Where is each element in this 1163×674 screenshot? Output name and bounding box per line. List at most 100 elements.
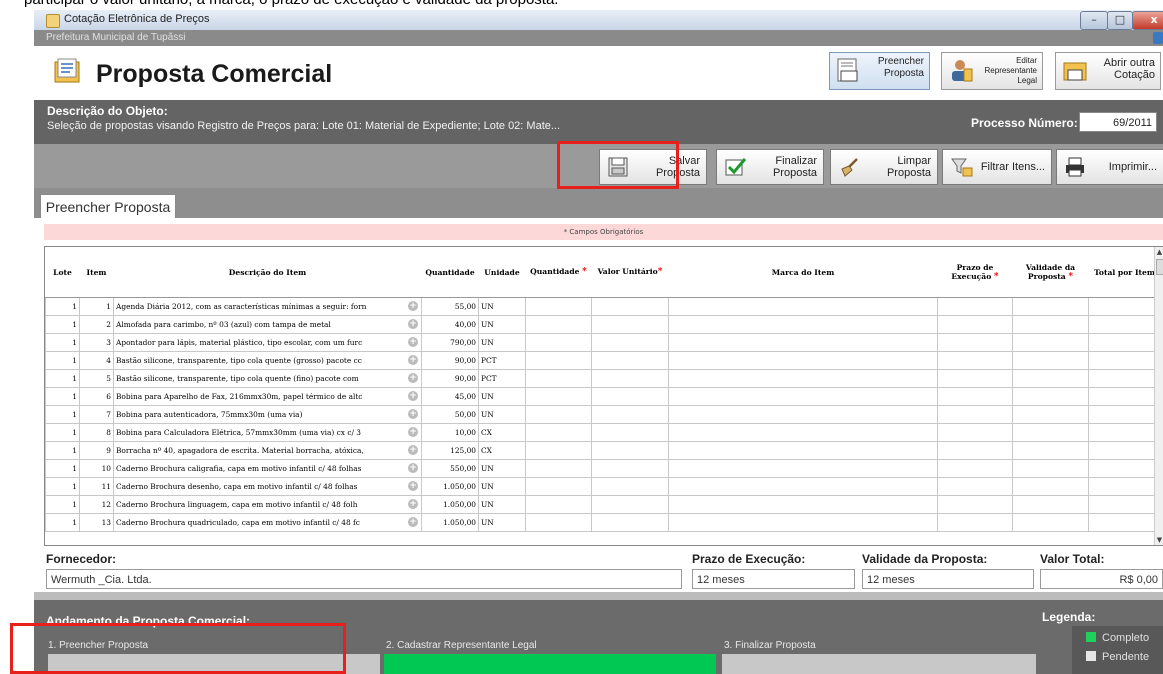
grid-cell-quantidade-input[interactable]	[525, 297, 592, 316]
grid-cell-quantidade-input[interactable]	[525, 513, 592, 532]
table-row[interactable]: 1 1 Agenda Diária 2012, com as característ…	[45, 297, 1163, 316]
expand-plus-icon[interactable]: +	[408, 499, 418, 509]
validade-proposta-field[interactable]: 12 meses	[862, 569, 1034, 589]
grid-cell-marca-input[interactable]	[668, 513, 938, 532]
close-button[interactable]: x	[1132, 11, 1163, 30]
grid-cell-marca-input[interactable]	[668, 477, 938, 496]
grid-cell-quantidade-input[interactable]	[525, 333, 592, 352]
prazo-execucao-field[interactable]: 12 meses	[692, 569, 855, 589]
grid-cell-valor-unitario-input[interactable]	[591, 351, 669, 370]
grid-cell-quantidade-input[interactable]	[525, 495, 592, 514]
grid-cell-quantidade-input[interactable]	[525, 387, 592, 406]
grid-cell-prazo-input[interactable]	[937, 441, 1013, 460]
table-row[interactable]: 1 3 Apontador para lápis, material plástic…	[45, 333, 1163, 352]
table-row[interactable]: 1 10 Caderno Brochura caligrafia, capa em …	[45, 459, 1163, 478]
expand-plus-icon[interactable]: +	[408, 445, 418, 455]
grid-cell-prazo-input[interactable]	[937, 495, 1013, 514]
expand-plus-icon[interactable]: +	[408, 391, 418, 401]
grid-cell-valor-unitario-input[interactable]	[591, 477, 669, 496]
expand-plus-icon[interactable]: +	[408, 373, 418, 383]
column-prazo[interactable]: Prazo de Execução *	[937, 247, 1013, 298]
grid-cell-validade-input[interactable]	[1012, 405, 1089, 424]
column-valor-unitario[interactable]: Valor Unitário*	[591, 247, 669, 298]
column-quantidade[interactable]: Quantidade	[421, 247, 479, 298]
grid-cell-marca-input[interactable]	[668, 297, 938, 316]
grid-cell-marca-input[interactable]	[668, 315, 938, 334]
table-row[interactable]: 1 9 Borracha nº 40, apagadora de escrita. …	[45, 441, 1163, 460]
grid-cell-valor-unitario-input[interactable]	[591, 297, 669, 316]
expand-plus-icon[interactable]: +	[408, 355, 418, 365]
grid-cell-marca-input[interactable]	[668, 369, 938, 388]
table-row[interactable]: 1 13 Caderno Brochura quadriculado, capa e…	[45, 513, 1163, 532]
grid-cell-quantidade-input[interactable]	[525, 423, 592, 442]
grid-vertical-scrollbar[interactable]: ▲ ▼	[1154, 247, 1163, 545]
grid-cell-valor-unitario-input[interactable]	[591, 423, 669, 442]
grid-cell-marca-input[interactable]	[668, 387, 938, 406]
expand-plus-icon[interactable]: +	[408, 481, 418, 491]
grid-cell-validade-input[interactable]	[1012, 315, 1089, 334]
grid-cell-marca-input[interactable]	[668, 459, 938, 478]
expand-plus-icon[interactable]: +	[408, 301, 418, 311]
column-unidade[interactable]: Unidade	[478, 247, 526, 298]
grid-cell-prazo-input[interactable]	[937, 423, 1013, 442]
column-item[interactable]: Item	[79, 247, 114, 298]
expand-plus-icon[interactable]: +	[408, 409, 418, 419]
grid-cell-valor-unitario-input[interactable]	[591, 459, 669, 478]
finalizar-proposta-button[interactable]: Finalizar Proposta	[716, 149, 824, 185]
grid-cell-validade-input[interactable]	[1012, 513, 1089, 532]
imprimir-button[interactable]: Imprimir...	[1056, 149, 1163, 185]
grid-cell-prazo-input[interactable]	[937, 477, 1013, 496]
tab-preencher-proposta[interactable]: Preencher Proposta	[40, 194, 176, 219]
grid-cell-validade-input[interactable]	[1012, 477, 1089, 496]
editar-representante-button[interactable]: Editar Representante Legal	[941, 52, 1043, 90]
table-row[interactable]: 1 6 Bobina para Aparelho de Fax, 216mmx30m…	[45, 387, 1163, 406]
grid-cell-validade-input[interactable]	[1012, 459, 1089, 478]
grid-cell-valor-unitario-input[interactable]	[591, 513, 669, 532]
grid-cell-valor-unitario-input[interactable]	[591, 315, 669, 334]
grid-cell-marca-input[interactable]	[668, 351, 938, 370]
grid-cell-quantidade-input[interactable]	[525, 405, 592, 424]
grid-cell-validade-input[interactable]	[1012, 495, 1089, 514]
grid-cell-prazo-input[interactable]	[937, 369, 1013, 388]
table-row[interactable]: 1 4 Bastão silicone, transparente, tipo co…	[45, 351, 1163, 370]
grid-cell-quantidade-input[interactable]	[525, 459, 592, 478]
grid-cell-prazo-input[interactable]	[937, 297, 1013, 316]
scrollbar-thumb[interactable]	[1156, 259, 1163, 275]
table-row[interactable]: 1 8 Bobina para Calculadora Elétrica, 57mm…	[45, 423, 1163, 442]
grid-cell-quantidade-input[interactable]	[525, 315, 592, 334]
grid-cell-marca-input[interactable]	[668, 441, 938, 460]
column-descricao[interactable]: Descrição do Item	[113, 247, 422, 298]
table-row[interactable]: 1 7 Bobina para autenticadora, 75mmx30m (u…	[45, 405, 1163, 424]
table-row[interactable]: 1 11 Caderno Brochura desenho, capa em mot…	[45, 477, 1163, 496]
table-row[interactable]: 1 2 Almofada para carimbo, nº 03 (azul) co…	[45, 315, 1163, 334]
fornecedor-field[interactable]: Wermuth _Cia. Ltda.	[46, 569, 682, 589]
info-icon[interactable]	[1153, 32, 1163, 44]
grid-cell-marca-input[interactable]	[668, 405, 938, 424]
grid-cell-marca-input[interactable]	[668, 495, 938, 514]
scroll-down-icon[interactable]: ▼	[1156, 536, 1163, 544]
grid-cell-marca-input[interactable]	[668, 423, 938, 442]
grid-cell-prazo-input[interactable]	[937, 513, 1013, 532]
grid-cell-validade-input[interactable]	[1012, 441, 1089, 460]
grid-cell-prazo-input[interactable]	[937, 315, 1013, 334]
grid-cell-prazo-input[interactable]	[937, 405, 1013, 424]
column-quantidade-required[interactable]: Quantidade *	[525, 247, 592, 298]
grid-cell-prazo-input[interactable]	[937, 387, 1013, 406]
maximize-button[interactable]: □	[1107, 11, 1133, 30]
grid-cell-valor-unitario-input[interactable]	[591, 405, 669, 424]
expand-plus-icon[interactable]: +	[408, 427, 418, 437]
grid-cell-validade-input[interactable]	[1012, 369, 1089, 388]
limpar-proposta-button[interactable]: Limpar Proposta	[830, 149, 938, 185]
salvar-proposta-button[interactable]: Salvar Proposta	[599, 149, 707, 185]
grid-cell-marca-input[interactable]	[668, 333, 938, 352]
grid-cell-validade-input[interactable]	[1012, 387, 1089, 406]
expand-plus-icon[interactable]: +	[408, 319, 418, 329]
table-row[interactable]: 1 12 Caderno Brochura linguagem, capa em m…	[45, 495, 1163, 514]
table-row[interactable]: 1 5 Bastão silicone, transparente, tipo co…	[45, 369, 1163, 388]
expand-plus-icon[interactable]: +	[408, 337, 418, 347]
filtrar-itens-button[interactable]: Filtrar Itens...	[942, 149, 1052, 185]
grid-cell-validade-input[interactable]	[1012, 351, 1089, 370]
column-validade[interactable]: Validade da Proposta *	[1012, 247, 1089, 298]
grid-cell-validade-input[interactable]	[1012, 297, 1089, 316]
grid-cell-valor-unitario-input[interactable]	[591, 333, 669, 352]
